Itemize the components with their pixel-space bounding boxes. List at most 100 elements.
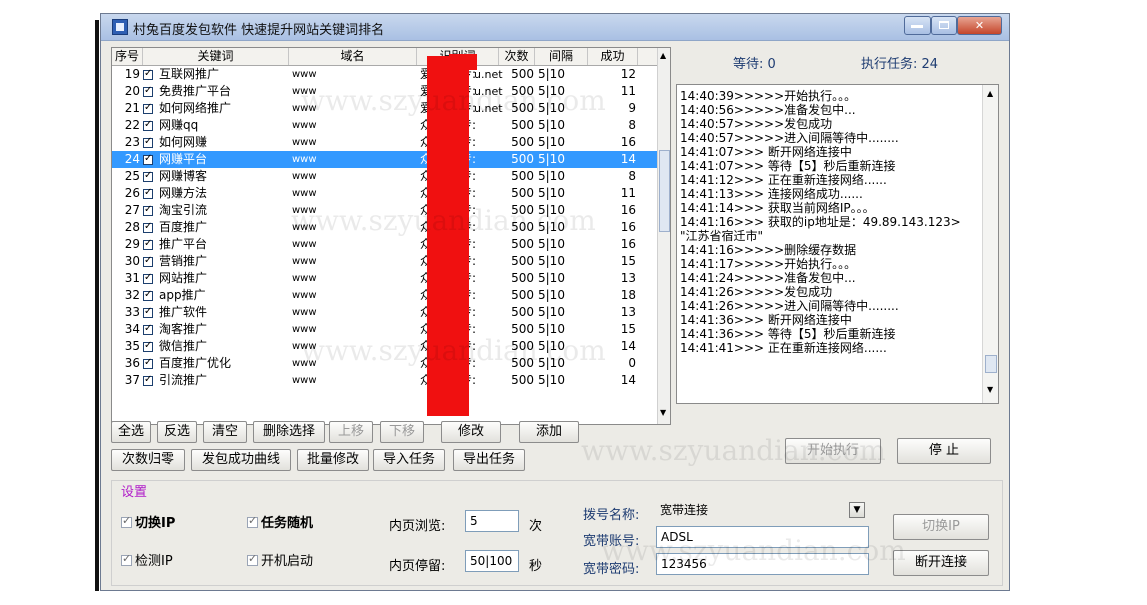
task-table[interactable]: 序号 关键词 域名 识别词 次数 间隔 成功 19互联网推广wwwu.net爱合…	[111, 47, 671, 425]
random-task-option[interactable]: 任务随机	[247, 512, 313, 531]
table-row[interactable]: 25网赚博客www众筹网|专:5005|108	[112, 168, 657, 185]
col-header-domain[interactable]: 域名	[289, 48, 417, 65]
col-header-interval[interactable]: 间隔	[535, 48, 588, 65]
table-row[interactable]: 20免费推广平台wwwu.net爱合购|专:5005|1011	[112, 83, 657, 100]
minimize-button[interactable]	[904, 16, 931, 35]
close-button[interactable]: ✕	[957, 16, 1002, 35]
edit-button[interactable]: 修改	[441, 421, 501, 443]
table-row[interactable]: 33推广软件www众筹网|专:5005|1013	[112, 304, 657, 321]
add-button[interactable]: 添加	[519, 421, 579, 443]
row-count: 500	[511, 67, 534, 81]
check-ip-option[interactable]: 检测IP	[121, 550, 173, 569]
checkbox-icon	[143, 135, 153, 149]
import-tasks-button[interactable]: 导入任务	[373, 449, 445, 471]
row-checkbox[interactable]	[143, 117, 155, 134]
table-scroll-thumb[interactable]	[659, 150, 670, 232]
table-row[interactable]: 30营销推广www众筹网|专:5005|1015	[112, 253, 657, 270]
table-row[interactable]: 21如何网络推广wwwu.net爱合购|专:5005|109	[112, 100, 657, 117]
table-row[interactable]: 19互联网推广wwwu.net爱合购|专:5005|1012	[112, 66, 657, 83]
stop-button[interactable]: 停 止	[897, 438, 991, 464]
start-button[interactable]: 开始执行	[785, 438, 881, 464]
checkbox-icon	[247, 514, 258, 528]
log-panel[interactable]: 14:40:39>>>>>开始执行。。。 14:40:56>>>>>准备发包中..…	[676, 84, 999, 404]
table-row[interactable]: 32app推广www众筹网|专:5005|1018	[112, 287, 657, 304]
delete-selected-button[interactable]: 删除选择	[253, 421, 325, 443]
row-checkbox[interactable]	[143, 355, 155, 372]
row-checkbox[interactable]	[143, 185, 155, 202]
scroll-up-icon[interactable]: ▲	[660, 51, 666, 60]
switch-ip-option[interactable]: 切换IP	[121, 512, 175, 531]
table-row[interactable]: 28百度推广www众筹网|专:5005|1016	[112, 219, 657, 236]
row-count: 500	[511, 203, 534, 217]
switch-ip-button[interactable]: 切换IP	[893, 514, 989, 540]
col-header-no[interactable]: 序号	[112, 48, 143, 65]
app-icon	[112, 19, 128, 35]
row-checkbox[interactable]	[143, 270, 155, 287]
row-checkbox[interactable]	[143, 253, 155, 270]
dropdown-arrow-icon[interactable]: ▼	[849, 502, 865, 518]
table-row[interactable]: 23如何网赚www众筹网|专:5005|1016	[112, 134, 657, 151]
table-row[interactable]: 26网赚方法www众筹网|专:5005|1011	[112, 185, 657, 202]
row-interval: 5|10	[538, 186, 565, 200]
success-curve-button[interactable]: 发包成功曲线	[191, 449, 291, 471]
move-up-button[interactable]: 上移	[329, 421, 373, 443]
row-checkbox[interactable]	[143, 151, 155, 168]
row-checkbox[interactable]	[143, 236, 155, 253]
scroll-up-icon[interactable]: ▲	[987, 89, 993, 98]
row-interval: 5|10	[538, 220, 565, 234]
col-header-count[interactable]: 次数	[499, 48, 535, 65]
batch-edit-button[interactable]: 批量修改	[297, 449, 369, 471]
row-checkbox[interactable]	[143, 202, 155, 219]
dial-select[interactable]: 宽带连接	[656, 500, 866, 522]
title-bar[interactable]: 村兔百度发包软件 快速提升网站关键词排名 ✕	[101, 14, 1009, 41]
row-checkbox[interactable]	[143, 134, 155, 151]
log-line: 14:41:16>>> 获取的ip地址是：49.89.143.123> "江苏省…	[680, 215, 961, 243]
table-row[interactable]: 27淘宝引流www众筹网|专:5005|1016	[112, 202, 657, 219]
clear-button[interactable]: 清空	[203, 421, 247, 443]
disconnect-button[interactable]: 断开连接	[893, 550, 989, 576]
table-scrollbar[interactable]: ▲ ▼	[657, 48, 670, 424]
maximize-button[interactable]	[931, 16, 957, 35]
account-input[interactable]: ADSL	[656, 526, 869, 548]
move-down-button[interactable]: 下移	[380, 421, 424, 443]
export-tasks-button[interactable]: 导出任务	[453, 449, 525, 471]
row-checkbox[interactable]	[143, 287, 155, 304]
table-row[interactable]: 36百度推广优化www众筹网|专:5005|100	[112, 355, 657, 372]
row-count: 500	[511, 339, 534, 353]
password-input[interactable]: 123456	[656, 553, 869, 575]
browse-input[interactable]: 5	[465, 510, 519, 532]
row-success: 0	[628, 356, 636, 370]
table-row[interactable]: 34淘客推广www众筹网|专:5005|1015	[112, 321, 657, 338]
row-domain: www	[292, 290, 317, 301]
row-checkbox[interactable]	[143, 168, 155, 185]
log-scrollbar[interactable]: ▲ ▼	[982, 85, 998, 403]
table-row[interactable]: 24网赚平台www众筹网|专:5005|1014	[112, 151, 657, 168]
table-row[interactable]: 31网站推广www众筹网|专:5005|1013	[112, 270, 657, 287]
row-checkbox[interactable]	[143, 66, 155, 83]
autostart-option[interactable]: 开机启动	[247, 550, 313, 569]
row-checkbox[interactable]	[143, 372, 155, 389]
table-row[interactable]: 29推广平台www众筹网|专:5005|1016	[112, 236, 657, 253]
row-checkbox[interactable]	[143, 83, 155, 100]
col-header-keyword[interactable]: 关键词	[143, 48, 289, 65]
scroll-down-icon[interactable]: ▼	[660, 408, 666, 417]
row-checkbox[interactable]	[143, 219, 155, 236]
row-keyword: 互联网推广	[159, 67, 220, 81]
reset-count-button[interactable]: 次数归零	[111, 449, 185, 471]
select-all-button[interactable]: 全选	[111, 421, 151, 443]
row-checkbox[interactable]	[143, 338, 155, 355]
scroll-down-icon[interactable]: ▼	[987, 385, 993, 394]
row-checkbox[interactable]	[143, 304, 155, 321]
row-checkbox[interactable]	[143, 321, 155, 338]
col-header-success[interactable]: 成功	[588, 48, 638, 65]
row-success: 15	[620, 254, 636, 268]
invert-selection-button[interactable]: 反选	[157, 421, 197, 443]
table-row[interactable]: 22网赚qqwww众筹网|专:5005|108	[112, 117, 657, 134]
row-checkbox[interactable]	[143, 100, 155, 117]
stay-input[interactable]: 50|100	[465, 550, 519, 572]
checkbox-icon	[143, 203, 153, 217]
account-label: 宽带账号:	[583, 534, 640, 549]
table-row[interactable]: 37引流推广www众筹网|专:5005|1014	[112, 372, 657, 389]
log-scroll-thumb[interactable]	[985, 355, 997, 373]
table-row[interactable]: 35微信推广www众筹网|专:5005|1014	[112, 338, 657, 355]
